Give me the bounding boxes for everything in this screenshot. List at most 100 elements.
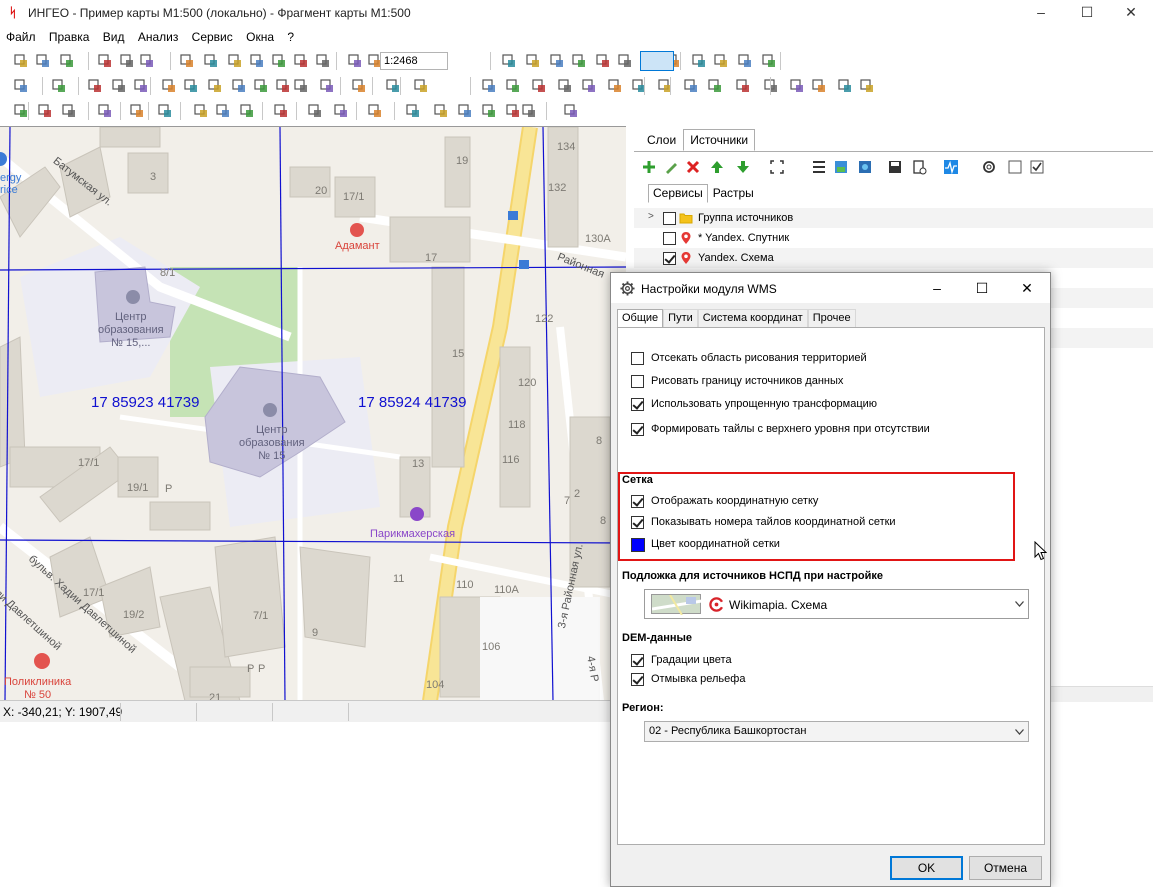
tree-item-yandex-satellite[interactable]: * Yandex. Спутник	[634, 228, 1153, 248]
option-checkbox[interactable]	[631, 398, 644, 411]
toolbar-tool-icon[interactable]	[128, 102, 146, 120]
menu-file[interactable]: Файл	[2, 27, 40, 44]
raster-alt-icon[interactable]	[856, 158, 874, 176]
toolbar-tool-icon[interactable]	[480, 102, 498, 120]
toolbar-tool-icon[interactable]	[50, 77, 68, 95]
extent-icon[interactable]	[768, 158, 786, 176]
ok-button[interactable]: OK	[890, 856, 963, 880]
toolbar-tool-icon[interactable]	[182, 77, 200, 95]
toolbar-tool-icon[interactable]	[270, 52, 288, 70]
toolbar-tool-icon[interactable]	[736, 52, 754, 70]
toolbar-tool-icon[interactable]	[346, 52, 364, 70]
toolbar-tool-icon[interactable]	[12, 52, 30, 70]
option-checkbox[interactable]	[631, 352, 644, 365]
toolbar-tool-icon[interactable]	[160, 77, 178, 95]
toolbar-tool-icon[interactable]	[524, 52, 542, 70]
uncheck-all-icon[interactable]	[1006, 158, 1024, 176]
active-layer-tool-button[interactable]	[640, 51, 674, 71]
toolbar-tool-icon[interactable]	[350, 77, 368, 95]
toolbar-tool-icon[interactable]	[272, 102, 290, 120]
toolbar-tool-icon[interactable]	[456, 102, 474, 120]
tab-paths[interactable]: Пути	[663, 309, 698, 328]
toolbar-tool-icon[interactable]	[480, 77, 498, 95]
scale-input[interactable]: 1:2468	[380, 52, 448, 70]
tab-other[interactable]: Прочее	[807, 309, 856, 328]
tree-item-yandex-scheme[interactable]: Yandex. Схема	[634, 248, 1153, 268]
toolbar-tool-icon[interactable]	[682, 77, 700, 95]
toolbar-tool-icon[interactable]	[292, 77, 310, 95]
tab-general[interactable]: Общие	[617, 309, 664, 328]
toolbar-tool-icon[interactable]	[366, 102, 384, 120]
toolbar-tool-icon[interactable]	[226, 52, 244, 70]
export-icon[interactable]	[910, 158, 928, 176]
minimize-button[interactable]: –	[1018, 0, 1064, 26]
toolbar-tool-icon[interactable]	[96, 52, 114, 70]
tree-checkbox[interactable]	[663, 212, 676, 225]
toolbar-tool-icon[interactable]	[836, 77, 854, 95]
save-icon[interactable]	[886, 158, 904, 176]
dialog-close-button[interactable]: ✕	[1004, 273, 1050, 303]
grid-color-swatch[interactable]	[631, 538, 645, 552]
menu-edit[interactable]: Правка	[45, 27, 94, 44]
option-checkbox[interactable]	[631, 654, 644, 667]
tab-rasters[interactable]: Растры	[708, 184, 759, 203]
edit-icon[interactable]	[662, 158, 680, 176]
menu-service[interactable]: Сервис	[188, 27, 237, 44]
toolbar-tool-icon[interactable]	[12, 77, 30, 95]
menu-analysis[interactable]: Анализ	[134, 27, 183, 44]
check-all-icon[interactable]	[1028, 158, 1046, 176]
toolbar-tool-icon[interactable]	[562, 102, 580, 120]
toolbar-tool-icon[interactable]	[132, 77, 150, 95]
expand-arrow-icon[interactable]: >	[648, 211, 654, 222]
close-button[interactable]: ✕	[1108, 0, 1153, 26]
nspd-basemap-select[interactable]: Wikimapia. Схема	[644, 589, 1029, 619]
toolbar-tool-icon[interactable]	[248, 52, 266, 70]
toolbar-tool-icon[interactable]	[192, 102, 210, 120]
tree-item-group[interactable]: > Группа источников	[634, 208, 1153, 228]
toolbar-tool-icon[interactable]	[594, 52, 612, 70]
menu-help[interactable]: ?	[283, 27, 298, 44]
dialog-maximize-button[interactable]: ☐	[959, 273, 1005, 303]
maximize-button[interactable]: ☐	[1064, 0, 1110, 26]
toolbar-tool-icon[interactable]	[238, 102, 256, 120]
menu-view[interactable]: Вид	[99, 27, 129, 44]
toolbar-tool-icon[interactable]	[760, 52, 778, 70]
toolbar-tool-icon[interactable]	[138, 52, 156, 70]
tab-coordinate-system[interactable]: Система координат	[697, 309, 808, 328]
toolbar-tool-icon[interactable]	[202, 52, 220, 70]
toolbar-tool-icon[interactable]	[412, 77, 430, 95]
region-select[interactable]: 02 - Республика Башкортостан	[644, 721, 1029, 742]
toolbar-tool-icon[interactable]	[36, 102, 54, 120]
map-view[interactable]: 17 85923 41739 17 85924 41739 Адамант Па…	[0, 126, 626, 700]
toolbar-tool-icon[interactable]	[520, 102, 538, 120]
toolbar-tool-icon[interactable]	[712, 52, 730, 70]
toolbar-tool-icon[interactable]	[504, 77, 522, 95]
toolbar-tool-icon[interactable]	[404, 102, 422, 120]
toolbar-tool-icon[interactable]	[332, 102, 350, 120]
toolbar-tool-icon[interactable]	[432, 102, 450, 120]
tab-layers[interactable]: Слои	[640, 129, 683, 151]
toolbar-tool-icon[interactable]	[656, 77, 674, 95]
list-icon[interactable]	[810, 158, 828, 176]
toolbar-tool-icon[interactable]	[734, 77, 752, 95]
option-checkbox[interactable]	[631, 495, 644, 508]
toolbar-tool-icon[interactable]	[706, 77, 724, 95]
tab-sources[interactable]: Источники	[683, 129, 756, 151]
toolbar-tool-icon[interactable]	[616, 52, 634, 70]
toolbar-tool-icon[interactable]	[530, 77, 548, 95]
tree-checkbox[interactable]	[663, 252, 676, 265]
toolbar-tool-icon[interactable]	[788, 77, 806, 95]
toolbar-tool-icon[interactable]	[86, 77, 104, 95]
toolbar-tool-icon[interactable]	[318, 77, 336, 95]
monitor-icon[interactable]	[942, 158, 960, 176]
option-checkbox[interactable]	[631, 375, 644, 388]
toolbar-tool-icon[interactable]	[314, 52, 332, 70]
toolbar-tool-icon[interactable]	[858, 77, 876, 95]
tree-checkbox[interactable]	[663, 232, 676, 245]
menu-windows[interactable]: Окна	[242, 27, 278, 44]
toolbar-tool-icon[interactable]	[252, 77, 270, 95]
raster-icon[interactable]	[832, 158, 850, 176]
toolbar-tool-icon[interactable]	[156, 102, 174, 120]
toolbar-tool-icon[interactable]	[762, 77, 780, 95]
toolbar-tool-icon[interactable]	[556, 77, 574, 95]
